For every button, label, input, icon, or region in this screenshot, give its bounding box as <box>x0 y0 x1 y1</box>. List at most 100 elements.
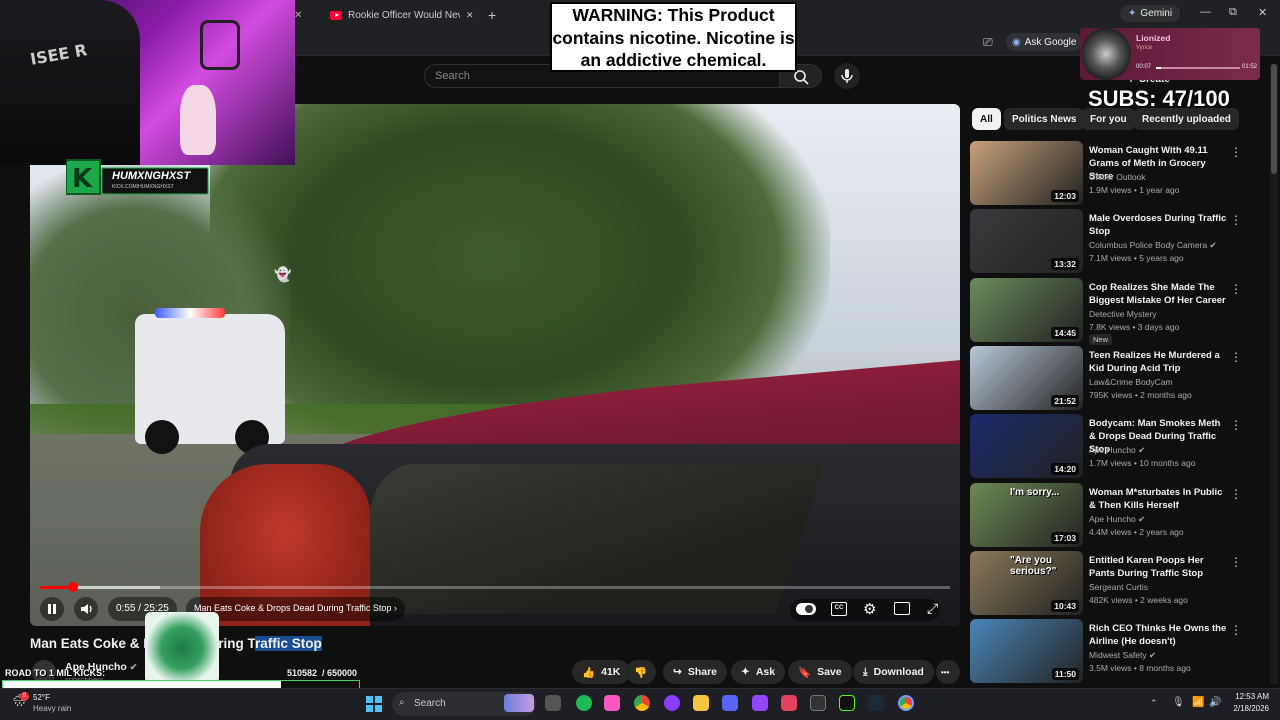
progress-scrubber[interactable] <box>68 582 78 592</box>
more-vert-icon[interactable]: ⋮ <box>1230 418 1242 432</box>
channel-name[interactable]: Ape Huncho ✔ <box>1089 514 1145 525</box>
verified-icon: ✔ <box>1138 514 1146 524</box>
channel-name[interactable]: Officer Outlook <box>1089 172 1146 182</box>
recommendation-item[interactable]: 13:32 Male Overdoses During Traffic Stop C… <box>970 209 1260 275</box>
video-thumbnail[interactable]: "Are you serious?" 10:43 <box>970 551 1083 615</box>
video-thumbnail[interactable]: 12:03 <box>970 141 1083 205</box>
video-title[interactable]: Rich CEO Thinks He Owns the Airline (He … <box>1089 622 1229 648</box>
more-vert-icon[interactable]: ⋮ <box>1230 623 1242 637</box>
speaker-icon[interactable]: 🔊 <box>1209 697 1221 708</box>
more-vert-icon[interactable]: ⋮ <box>1230 282 1242 296</box>
windows-start-icon[interactable] <box>366 696 382 712</box>
scrollbar-thumb[interactable] <box>1271 64 1277 174</box>
video-thumbnail[interactable]: 21:52 <box>970 346 1083 410</box>
chapter-title: Man Eats Coke & Drops Dead During Traffi… <box>194 603 392 613</box>
video-thumbnail[interactable]: 14:45 <box>970 278 1083 342</box>
channel-name[interactable]: Law&Crime BodyCam <box>1089 377 1173 387</box>
share-button[interactable]: ↪ Share <box>663 660 727 684</box>
app-purple-icon[interactable] <box>664 695 680 711</box>
minimize-button[interactable]: — <box>1200 6 1211 18</box>
download-button[interactable]: ⤓ Download <box>853 660 934 684</box>
channel-name[interactable]: Detective Mystery <box>1089 309 1157 319</box>
more-vert-icon[interactable]: ⋮ <box>1230 145 1242 159</box>
channel-name[interactable]: Midwest Safety ✔ <box>1089 650 1156 661</box>
channel-name[interactable]: Columbus Police Body Camera ✔ <box>1089 240 1217 251</box>
volume-button[interactable] <box>74 597 98 621</box>
recommendation-item[interactable]: I'm sorry... 17:03 Woman M*sturbates In Pu… <box>970 483 1260 549</box>
video-thumbnail[interactable]: 13:32 <box>970 209 1083 273</box>
voice-search-button[interactable] <box>834 63 860 89</box>
music-progress-track <box>1156 67 1240 69</box>
save-button[interactable]: 🔖 Save <box>788 660 852 684</box>
chrome-active-icon[interactable] <box>898 695 914 711</box>
tab-previous-close[interactable]: ✕ <box>294 4 302 26</box>
like-button[interactable]: 👍 41K <box>572 660 631 684</box>
dislike-button[interactable]: 👎 <box>626 660 656 684</box>
task-view-icon[interactable] <box>545 695 561 711</box>
new-tab-button[interactable]: + <box>488 4 496 26</box>
video-thumbnail[interactable]: 11:50 <box>970 619 1083 683</box>
tray-mic-icon[interactable]: 🎙 <box>1172 697 1185 708</box>
clock-date[interactable]: 2/18/2026 <box>1227 704 1269 713</box>
captions-icon[interactable]: CC <box>831 602 847 616</box>
tab-active[interactable]: Rookie Officer Would Never Fo ✕ <box>330 4 480 26</box>
spotify-icon[interactable] <box>576 695 592 711</box>
cast-icon[interactable]: ⎚ <box>983 35 993 50</box>
video-meta: 7.8K views • 3 days ago <box>1089 322 1180 332</box>
more-vert-icon[interactable]: ⋮ <box>1230 350 1242 364</box>
video-duration: 10:43 <box>1051 600 1079 612</box>
terminal-icon[interactable] <box>839 695 855 711</box>
tray-chevron-icon[interactable]: ⌃ <box>1150 698 1158 709</box>
chip-all[interactable]: All <box>972 108 1001 130</box>
video-title[interactable]: Woman M*sturbates In Public & Then Kills… <box>1089 486 1229 512</box>
wifi-icon[interactable]: 📶 <box>1192 697 1204 708</box>
channel-name[interactable]: Sergeant Curtis <box>1089 582 1148 592</box>
recommendation-item[interactable]: 14:20 Bodycam: Man Smokes Meth & Drops De… <box>970 414 1260 480</box>
autoplay-toggle[interactable] <box>796 603 816 615</box>
pause-button[interactable] <box>40 597 64 621</box>
chip-recently-uploaded[interactable]: Recently uploaded <box>1134 108 1239 130</box>
twitch-icon[interactable] <box>752 695 768 711</box>
recommendation-item[interactable]: 21:52 Teen Realizes He Murdered a Kid Dur… <box>970 346 1260 412</box>
more-vert-icon[interactable]: ⋮ <box>1230 487 1242 501</box>
maximize-button[interactable]: ⧉ <box>1229 6 1237 19</box>
more-actions-button[interactable]: ••• <box>936 660 960 684</box>
video-thumbnail[interactable]: 14:20 <box>970 414 1083 478</box>
gemini-button[interactable]: ✦ Gemini <box>1120 5 1181 22</box>
microphone <box>200 20 240 70</box>
discord-icon[interactable] <box>722 695 738 711</box>
chrome-icon[interactable] <box>634 695 650 711</box>
music-title: Lionized <box>1136 33 1171 43</box>
fullscreen-icon[interactable]: ⤢ <box>927 600 938 617</box>
ask-button[interactable]: ✦ Ask <box>731 660 786 684</box>
recommendation-item[interactable]: 11:50 Rich CEO Thinks He Owns the Airline… <box>970 619 1260 685</box>
file-explorer-icon[interactable] <box>693 695 709 711</box>
thumbs-up-icon: 👍 <box>582 666 596 679</box>
obs-icon[interactable] <box>810 695 826 711</box>
ask-google-button[interactable]: ◉ Ask Google <box>1006 33 1083 51</box>
progress-track[interactable] <box>40 586 950 589</box>
chip-for-you[interactable]: For you <box>1082 108 1135 130</box>
tab-close-icon[interactable]: ✕ <box>466 10 474 21</box>
video-thumbnail[interactable]: I'm sorry... 17:03 <box>970 483 1083 547</box>
video-title[interactable]: Male Overdoses During Traffic Stop <box>1089 212 1229 238</box>
chip-politics-news[interactable]: Politics News <box>1004 108 1085 130</box>
clock-time[interactable]: 12:53 AM <box>1227 692 1269 701</box>
settings-gear-icon[interactable]: ⚙ <box>863 600 876 618</box>
more-vert-icon[interactable]: ⋮ <box>1230 555 1242 569</box>
app-red-icon[interactable] <box>781 695 797 711</box>
steam-icon[interactable] <box>868 695 884 711</box>
itunes-icon[interactable] <box>604 695 620 711</box>
video-title[interactable]: Entitled Karen Poops Her Pants During Tr… <box>1089 554 1229 580</box>
video-title[interactable]: Teen Realizes He Murdered a Kid During A… <box>1089 349 1229 375</box>
video-title[interactable]: Cop Realizes She Made The Biggest Mistak… <box>1089 281 1229 307</box>
close-window-button[interactable]: ✕ <box>1258 6 1267 19</box>
channel-name[interactable]: Ape Huncho ✔ <box>1089 445 1145 456</box>
more-vert-icon[interactable]: ⋮ <box>1230 213 1242 227</box>
recommendation-item[interactable]: 12:03 Woman Caught With 49.11 Grams of Me… <box>970 141 1260 207</box>
miniplayer-icon[interactable] <box>894 602 910 615</box>
recommendation-item[interactable]: 14:45 Cop Realizes She Made The Biggest M… <box>970 278 1260 345</box>
verified-icon: ✔ <box>1149 650 1157 660</box>
video-meta: 4.4M views • 2 years ago <box>1089 527 1184 537</box>
recommendation-item[interactable]: "Are you serious?" 10:43 Entitled Karen Po… <box>970 551 1260 617</box>
